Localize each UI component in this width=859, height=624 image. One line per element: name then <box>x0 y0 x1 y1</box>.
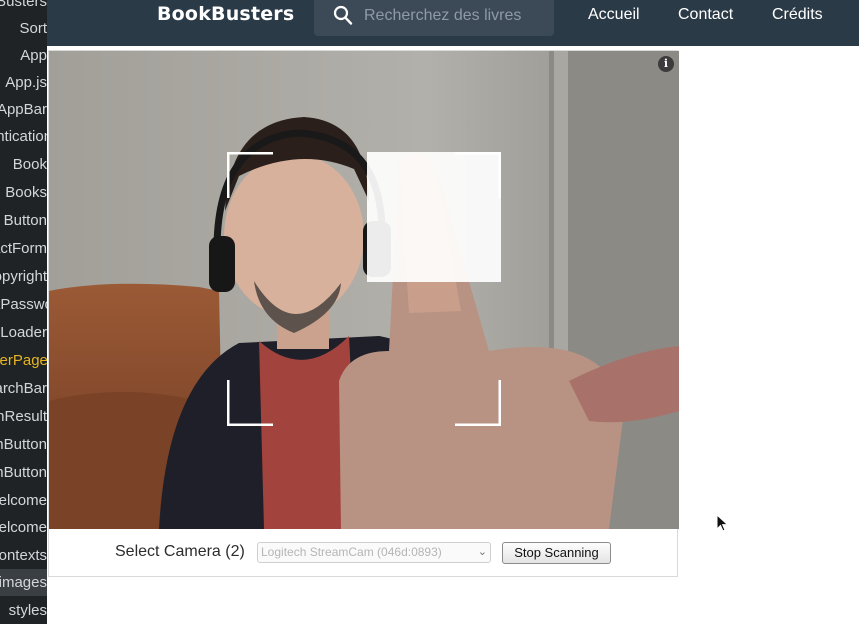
camera-select[interactable]: Logitech StreamCam (046d:0893) ⌄ <box>257 542 491 563</box>
nav-link-accueil[interactable]: Accueil <box>588 6 640 24</box>
scanner-controls: Select Camera (2) Logitech StreamCam (04… <box>49 529 679 578</box>
sidebar-item[interactable]: Welcome <box>0 487 47 514</box>
nav-link-credits[interactable]: Crédits <box>772 6 823 24</box>
camera-video-feed: i <box>49 51 679 529</box>
sidebar-item[interactable]: SignInButton <box>0 431 47 458</box>
sidebar-item[interactable]: Authentication <box>0 123 47 150</box>
scan-region <box>224 149 504 429</box>
sidebar-item[interactable]: Copyright <box>0 263 47 290</box>
camera-select-value: Logitech StreamCam (046d:0893) <box>261 545 442 559</box>
scan-region-overlay <box>224 149 504 429</box>
sidebar-item[interactable]: Sort <box>0 15 47 42</box>
sidebar-item[interactable]: Book <box>0 151 47 178</box>
search-icon <box>333 5 353 25</box>
sidebar-item[interactable]: App <box>0 42 47 69</box>
sidebar-item-selected[interactable]: images <box>0 569 47 596</box>
nav-link-contact[interactable]: Contact <box>678 6 733 24</box>
chevron-down-icon: ⌄ <box>477 546 487 558</box>
sidebar-item[interactable]: SearchBar <box>0 375 47 402</box>
sidebar-item[interactable]: contexts <box>0 542 47 569</box>
search-bar[interactable]: Recherchez des livres <box>314 0 554 36</box>
sidebar-item[interactable]: ContactForm <box>0 235 47 262</box>
sidebar-item[interactable]: Loader <box>0 319 47 346</box>
sidebar-item[interactable]: BookBusters <box>0 0 47 15</box>
sidebar-item[interactable]: styles <box>0 597 47 624</box>
sidebar-item[interactable]: Books <box>0 179 47 206</box>
select-camera-label: Select Camera (2) <box>115 543 245 560</box>
search-input[interactable]: Recherchez des livres <box>364 7 521 25</box>
brand-logo[interactable]: BookBusters <box>157 3 294 25</box>
stop-scanning-button[interactable]: Stop Scanning <box>502 542 611 564</box>
mouse-cursor-icon <box>716 514 729 532</box>
sidebar-item[interactable]: Welcome <box>0 514 47 541</box>
barcode-scanner: i Select Camera (2) Logitech StreamCam (… <box>48 50 679 578</box>
sidebar-item[interactable]: AppBar <box>0 96 47 123</box>
sidebar-item[interactable]: SignButton <box>0 459 47 486</box>
sidebar-item[interactable]: SearchResults <box>0 403 47 430</box>
info-icon[interactable]: i <box>658 56 674 72</box>
sidebar-item-active[interactable]: ScannerPage <box>0 347 47 374</box>
sidebar-item[interactable]: Button <box>0 207 47 234</box>
sidebar-item[interactable]: ForgotPassword <box>0 291 47 318</box>
top-navbar: BookBusters Recherchez des livres Accuei… <box>47 0 859 46</box>
sidebar-item[interactable]: App.js <box>0 69 47 96</box>
editor-file-sidebar: BookBusters Sort App App.js AppBar Authe… <box>0 0 47 624</box>
